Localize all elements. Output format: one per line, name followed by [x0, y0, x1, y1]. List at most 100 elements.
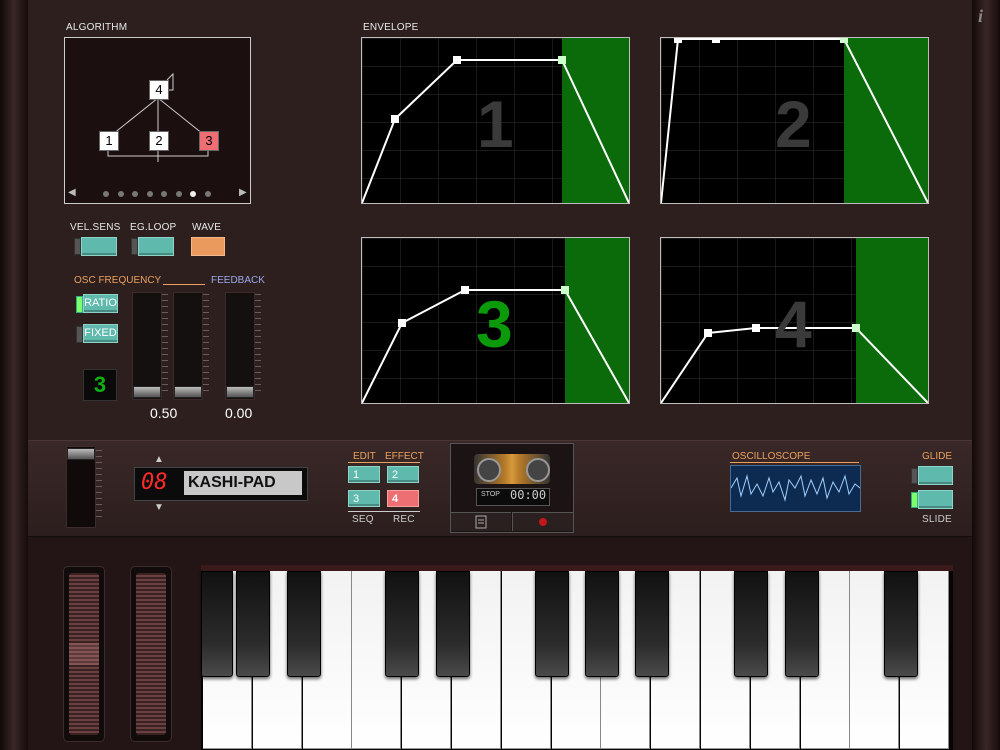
algorithm-page-dot[interactable] [146, 191, 153, 197]
oscilloscope-display [730, 465, 861, 512]
black-key[interactable] [635, 571, 670, 677]
fixed-button[interactable]: FIXED [83, 324, 118, 343]
glide-label: GLIDE [922, 451, 953, 462]
feedback-value: 0.00 [225, 405, 253, 421]
pitch-wheel-center [69, 643, 99, 665]
feedback-handle[interactable] [226, 386, 254, 398]
recorder-time: 00:00 [510, 488, 547, 502]
black-key[interactable] [235, 571, 270, 677]
eg-loop-button[interactable] [138, 237, 174, 256]
slide-led [911, 492, 918, 508]
ratio-button[interactable]: RATIO [83, 294, 118, 313]
algorithm-page-dot[interactable] [161, 191, 167, 197]
program-down-icon[interactable]: ▼ [154, 502, 164, 513]
black-key[interactable] [286, 571, 321, 677]
wave-label: WAVE [192, 222, 222, 233]
eg-loop-led [131, 238, 138, 255]
envelope-number-4: 4 [775, 287, 812, 361]
left-rail [0, 0, 28, 750]
mode-button-4[interactable]: 4 [387, 490, 419, 507]
envelope-number-3: 3 [476, 287, 513, 361]
algorithm-page-dot[interactable] [103, 191, 109, 197]
vel-sens-button[interactable] [81, 237, 117, 256]
envelope-label: ENVELOPE [363, 22, 419, 33]
program-number: 08 [141, 470, 168, 495]
black-key[interactable] [585, 571, 620, 677]
black-key[interactable] [884, 571, 919, 677]
wave-button[interactable] [191, 237, 225, 256]
volume-handle[interactable] [67, 448, 95, 460]
eg-loop-label: EG.LOOP [130, 222, 177, 233]
volume-ticks [96, 450, 102, 522]
black-key[interactable] [436, 571, 471, 677]
envelope-panel-4[interactable]: 4 [660, 237, 929, 404]
osc-frequency-underline [163, 284, 205, 285]
operator-number-display: 3 [83, 369, 117, 401]
algorithm-panel[interactable]: 4 1 2 3 ◀ ▶ [64, 37, 251, 204]
algorithm-node-4: 4 [149, 80, 169, 100]
osc-coarse-slider[interactable] [132, 292, 162, 400]
algorithm-page-dot[interactable] [190, 191, 196, 197]
recorder-record-button[interactable] [512, 512, 573, 531]
black-key[interactable] [784, 571, 819, 677]
left-reel-icon [477, 458, 501, 482]
mode-button-2[interactable]: 2 [387, 466, 419, 483]
black-key[interactable] [733, 571, 768, 677]
algorithm-node-3: 3 [199, 131, 219, 151]
record-icon [539, 518, 547, 526]
envelope-panel-2[interactable]: 2 [660, 37, 929, 204]
program-name[interactable]: KASHI-PAD [184, 471, 302, 495]
osc-coarse-ticks [162, 294, 168, 396]
algorithm-page-dot[interactable] [117, 191, 124, 197]
program-up-icon[interactable]: ▲ [154, 454, 164, 465]
osc-fine-handle[interactable] [174, 386, 202, 398]
oscilloscope-label: OSCILLOSCOPE [732, 451, 811, 462]
black-key[interactable] [201, 571, 233, 677]
piano-keyboard [201, 565, 953, 750]
recorder-file-button[interactable] [451, 512, 511, 531]
osc-frequency-value: 0.50 [150, 405, 178, 421]
fixed-led [76, 326, 83, 343]
mod-wheel-grip [136, 573, 166, 735]
vel-sens-label: VEL.SENS [70, 222, 121, 233]
recorder-stop-label: STOP [481, 491, 500, 498]
osc-fine-ticks [203, 294, 209, 396]
algorithm-page-dot[interactable] [175, 191, 182, 197]
mode-button-3[interactable]: 3 [348, 490, 380, 507]
envelope-number-1: 1 [477, 87, 514, 161]
black-key[interactable] [385, 571, 420, 677]
mod-wheel[interactable] [130, 566, 172, 742]
slide-button[interactable] [918, 490, 953, 509]
synth-app: i ALGORITHM 4 1 2 3 ◀ ▶ ENVELOPE 1 2 3 4… [0, 0, 1000, 750]
black-key[interactable] [534, 571, 569, 677]
algorithm-node-2: 2 [149, 131, 169, 151]
right-rail [972, 0, 1000, 750]
algorithm-label: ALGORITHM [66, 22, 128, 33]
envelope-panel-3[interactable]: 3 [361, 237, 630, 404]
osc-fine-slider[interactable] [173, 292, 203, 400]
mode-button-1[interactable]: 1 [348, 466, 380, 483]
seq-label: SEQ [352, 514, 374, 525]
envelope-panel-1[interactable]: 1 [361, 37, 630, 204]
algorithm-lines [107, 72, 209, 162]
right-reel-icon [526, 458, 550, 482]
algorithm-page-dot[interactable] [204, 191, 211, 197]
oscilloscope-underline [730, 462, 859, 463]
algorithm-next-icon[interactable]: ▶ [239, 187, 247, 198]
osc-coarse-handle[interactable] [133, 386, 161, 398]
glide-button[interactable] [918, 466, 953, 485]
algorithm-page-dot[interactable] [132, 191, 138, 197]
info-icon[interactable]: i [978, 6, 994, 26]
piano-keys [201, 571, 953, 750]
feedback-slider[interactable] [225, 292, 255, 400]
algorithm-node-1: 1 [99, 131, 119, 151]
feedback-ticks [255, 294, 261, 396]
file-icon [475, 515, 487, 529]
oscilloscope-wave [730, 474, 861, 502]
feedback-label: FEEDBACK [211, 275, 265, 286]
mode-top-divider [348, 462, 420, 463]
osc-frequency-label: OSC FREQUENCY [74, 275, 162, 286]
pitch-wheel[interactable] [63, 566, 105, 742]
algorithm-prev-icon[interactable]: ◀ [68, 187, 76, 198]
rec-label: REC [393, 514, 415, 525]
